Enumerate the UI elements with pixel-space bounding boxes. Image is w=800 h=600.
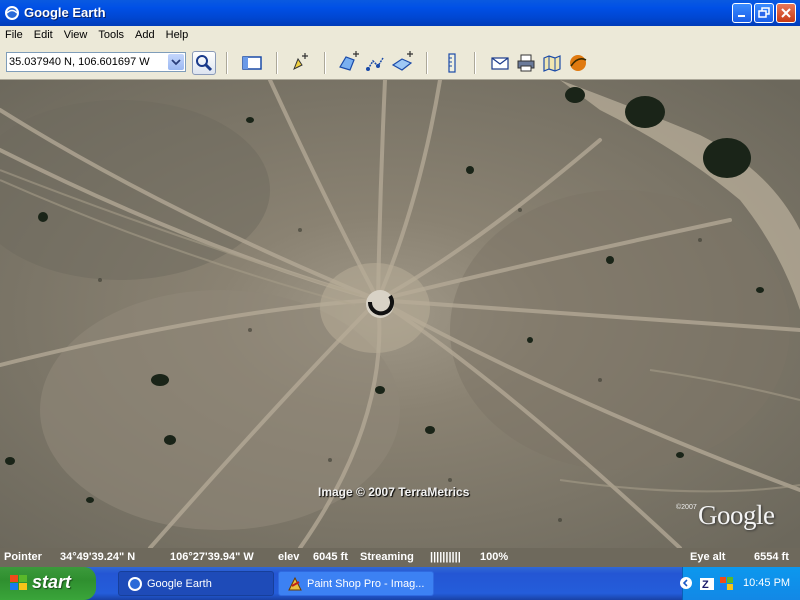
- eye-alt-value: 6554 ft: [754, 551, 789, 563]
- sky-button[interactable]: [566, 51, 590, 75]
- menu-help[interactable]: Help: [161, 26, 195, 41]
- taskbar: start Google Earth Paint Shop Pro - Imag…: [0, 567, 800, 600]
- restore-button[interactable]: [754, 3, 774, 23]
- toolbar-separator: [474, 52, 476, 74]
- sidebar-toggle-button[interactable]: [240, 51, 264, 75]
- google-maps-button[interactable]: [540, 51, 564, 75]
- pointer-longitude: 106°27'39.94" W: [170, 551, 254, 563]
- placemark-icon: [293, 53, 308, 71]
- logo-copyright: ©2007: [676, 504, 697, 511]
- path-icon: [366, 57, 384, 71]
- status-bar: Pointer 34°49'39.24" N 106°27'39.94" W e…: [0, 548, 800, 567]
- fly-to-combo[interactable]: [6, 52, 186, 72]
- menu-bar: File Edit View Tools Add Help: [0, 26, 800, 46]
- print-icon: [517, 54, 535, 72]
- menu-edit[interactable]: Edit: [29, 26, 59, 41]
- zonealarm-icon[interactable]: Z: [699, 576, 715, 592]
- sky-icon: [570, 55, 587, 71]
- add-polygon-button[interactable]: [336, 51, 360, 75]
- print-button[interactable]: [514, 51, 538, 75]
- streaming-meter: ||||||||||: [430, 551, 461, 563]
- coordinates-input[interactable]: [9, 54, 167, 70]
- polygon-icon: [339, 51, 359, 71]
- google-maps-icon: [543, 55, 561, 72]
- window-title: Google Earth: [24, 5, 106, 20]
- search-button[interactable]: [192, 51, 216, 75]
- image-overlay-icon: [391, 51, 413, 71]
- tray-expand-icon[interactable]: [679, 576, 693, 590]
- streaming-percent: 100%: [480, 551, 509, 563]
- paint-shop-pro-icon: [288, 576, 302, 591]
- windows-logo-icon: [10, 575, 27, 590]
- title-bar[interactable]: Google Earth: [0, 0, 800, 26]
- menu-file[interactable]: File: [0, 26, 29, 41]
- windows-flag-icon[interactable]: [719, 576, 735, 592]
- google-logo: Google: [698, 500, 775, 530]
- add-path-button[interactable]: [364, 51, 388, 75]
- svg-text:Z: Z: [702, 579, 709, 591]
- toolbar-separator: [324, 52, 326, 74]
- dropdown-button[interactable]: [168, 54, 184, 70]
- menu-add[interactable]: Add: [130, 26, 161, 41]
- add-placemark-button[interactable]: [288, 51, 312, 75]
- email-button[interactable]: [488, 51, 512, 75]
- task-label: Google Earth: [147, 578, 212, 590]
- pointer-latitude: 34°49'39.24" N: [60, 551, 136, 563]
- system-tray: Z 10:45 PM: [679, 567, 800, 600]
- toolbar-separator: [226, 52, 228, 74]
- email-icon: [491, 57, 509, 70]
- streaming-label: Streaming: [360, 551, 414, 563]
- toolbar: [0, 46, 800, 80]
- restore-icon: [758, 7, 770, 18]
- ruler-icon: [448, 53, 456, 73]
- search-icon: [196, 55, 213, 72]
- google-earth-app-icon: [5, 6, 19, 20]
- imagery-credit: Image © 2007 TerraMetrics: [318, 485, 470, 499]
- menu-tools[interactable]: Tools: [93, 26, 130, 41]
- menu-view[interactable]: View: [59, 26, 94, 41]
- start-button[interactable]: start: [0, 567, 96, 600]
- task-label: Paint Shop Pro - Imag...: [307, 578, 425, 590]
- toolbar-separator: [426, 52, 428, 74]
- map-view[interactable]: Image © 2007 TerraMetrics ©2007 Google: [0, 80, 800, 548]
- satellite-imagery: [0, 80, 800, 548]
- google-earth-app-icon: [128, 577, 142, 591]
- elevation-value: 6045 ft: [313, 551, 348, 563]
- chevron-down-icon: [171, 59, 181, 66]
- close-icon: [781, 8, 791, 18]
- taskbar-clock: 10:45 PM: [743, 577, 791, 589]
- taskbar-item-paint-shop-pro[interactable]: Paint Shop Pro - Imag...: [278, 571, 434, 596]
- close-button[interactable]: [776, 3, 796, 23]
- toolbar-separator: [276, 52, 278, 74]
- taskbar-item-google-earth[interactable]: Google Earth: [118, 571, 274, 596]
- eye-alt-label: Eye alt: [690, 551, 726, 563]
- elevation-label: elev: [278, 551, 300, 563]
- pointer-label: Pointer: [4, 551, 42, 563]
- sidebar-toggle-icon: [242, 56, 262, 70]
- minimize-icon: [738, 15, 745, 17]
- ruler-button[interactable]: [440, 51, 464, 75]
- minimize-button[interactable]: [732, 3, 752, 23]
- add-image-overlay-button[interactable]: [390, 51, 414, 75]
- start-label: start: [32, 572, 72, 592]
